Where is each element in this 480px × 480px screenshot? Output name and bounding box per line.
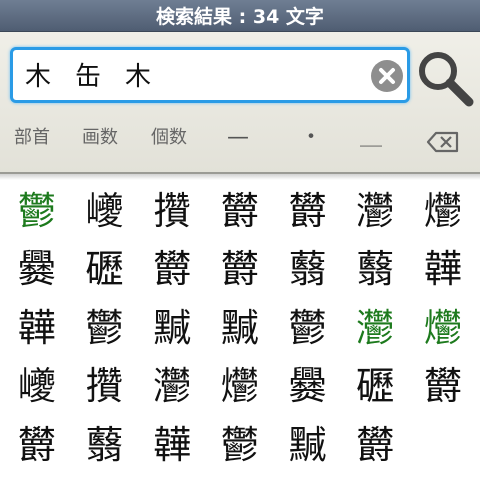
- result-character[interactable]: 欝: [409, 354, 477, 413]
- result-character[interactable]: 黬: [274, 412, 342, 471]
- result-character[interactable]: 欝: [341, 412, 409, 471]
- dash-button[interactable]: —: [227, 118, 249, 158]
- result-character[interactable]: 攢: [71, 354, 139, 413]
- result-character[interactable]: 鬱: [274, 295, 342, 354]
- filter-toolbar: 部首 画数 個数 — ・ ＿: [0, 118, 480, 158]
- page-title: 検索結果 : 34 文字: [156, 6, 324, 28]
- result-character[interactable]: 巙: [71, 178, 139, 237]
- result-character[interactable]: 灪: [341, 178, 409, 237]
- result-character[interactable]: 鬱: [3, 178, 71, 237]
- result-character[interactable]: 爩: [409, 178, 477, 237]
- result-character[interactable]: 巙: [3, 354, 71, 413]
- result-character[interactable]: 爩: [206, 354, 274, 413]
- search-icon[interactable]: [415, 48, 475, 108]
- clear-icon[interactable]: [371, 60, 403, 92]
- result-character[interactable]: 黬: [206, 295, 274, 354]
- component-count-button[interactable]: 個数: [151, 118, 187, 158]
- result-character[interactable]: 爨: [3, 237, 71, 296]
- search-input[interactable]: 木缶木: [10, 47, 410, 103]
- result-character[interactable]: 攢: [138, 178, 206, 237]
- underline-button[interactable]: ＿: [360, 118, 382, 158]
- result-character[interactable]: 灪: [138, 354, 206, 413]
- result-character[interactable]: 灪: [341, 295, 409, 354]
- result-character[interactable]: 韡: [3, 295, 71, 354]
- result-character[interactable]: 鬱: [71, 295, 139, 354]
- result-character[interactable]: 爩: [409, 295, 477, 354]
- result-grid: 鬱巙攢欝欝灪爩爨礰欝欝蘙蘙韡韡鬱黬黬鬱灪爩巙攢灪爩爨礰欝欝蘙韡鬱黬欝: [3, 178, 477, 471]
- result-character[interactable]: 黬: [138, 295, 206, 354]
- result-character[interactable]: 欝: [138, 237, 206, 296]
- stroke-count-button[interactable]: 画数: [82, 118, 118, 158]
- result-character[interactable]: 蘙: [341, 237, 409, 296]
- result-character[interactable]: 欝: [274, 178, 342, 237]
- result-character[interactable]: 礰: [341, 354, 409, 413]
- dot-button[interactable]: ・: [300, 118, 322, 158]
- result-character[interactable]: 韡: [409, 237, 477, 296]
- result-character[interactable]: 欝: [3, 412, 71, 471]
- result-character[interactable]: 鬱: [206, 412, 274, 471]
- search-query-text: 木缶木: [25, 62, 176, 92]
- result-character[interactable]: 欝: [206, 178, 274, 237]
- result-character[interactable]: 韡: [138, 412, 206, 471]
- result-character[interactable]: 爨: [274, 354, 342, 413]
- title-bar: 検索結果 : 34 文字: [0, 0, 480, 32]
- result-character[interactable]: 蘙: [71, 412, 139, 471]
- result-character[interactable]: 欝: [206, 237, 274, 296]
- result-character[interactable]: 礰: [71, 237, 139, 296]
- backspace-icon[interactable]: [426, 128, 460, 153]
- result-character[interactable]: 蘙: [274, 237, 342, 296]
- radical-filter-button[interactable]: 部首: [14, 118, 50, 158]
